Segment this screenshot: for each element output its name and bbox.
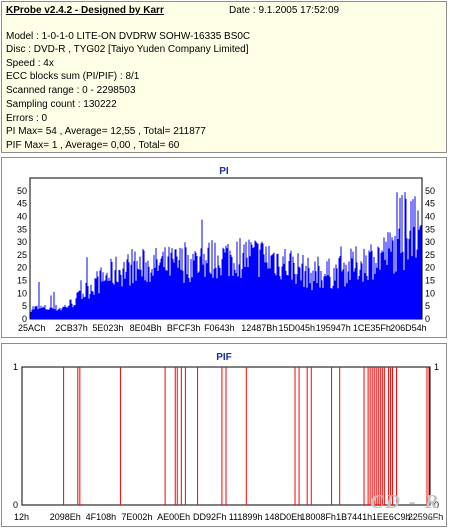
watermark-logo: CD - R: [370, 491, 440, 513]
pi-y-tick-left: 10: [17, 288, 27, 298]
pif-x-tick: 4F108h: [86, 512, 117, 522]
pi-y-tick-left: 5: [22, 301, 27, 311]
pif-x-tick: DD92Fh: [193, 512, 227, 522]
sampling-line: Sampling count : 130222: [6, 99, 117, 110]
pi-y-tick-left: 35: [17, 224, 27, 234]
pi-x-tick: 8E04Bh: [130, 323, 162, 333]
pi-y-tick-left: 15: [17, 276, 27, 286]
pif-x-tick: 12h: [14, 512, 29, 522]
pi-y-tick-right: 10: [425, 288, 435, 298]
pi-x-tick: 12487Bh: [241, 323, 277, 333]
watermark-url: www.cdr.cz: [404, 513, 440, 522]
pi-chart-panel: PI 0 0 5 5 10 10 15 15 20 20 25 25 30 30 35 35 40 40 45 45 5…: [1, 157, 447, 338]
pi-y-tick-left: 50: [17, 186, 27, 196]
scan-date: Date : 9.1.2005 17:52:09: [229, 5, 340, 16]
pi-y-tick-left: 45: [17, 199, 27, 209]
range-line: Scanned range : 0 - 2298503: [6, 85, 136, 96]
pif-x-tick: 7E002h: [121, 512, 152, 522]
pi-x-tick: 195947h: [316, 323, 351, 333]
pi-y-tick-right: 50: [425, 186, 435, 196]
pi-y-tick-right: 25: [425, 250, 435, 260]
pi-y-tick-right: 5: [425, 301, 430, 311]
pif-stats-line: PIF Max= 1 , Average= 0,00 , Total= 60: [6, 140, 180, 151]
pif-x-tick: 148D0Eh: [265, 512, 303, 522]
pi-x-tick: 5E023h: [92, 323, 123, 333]
app-title: KProbe v2.4.2 - Designed by Karr: [6, 5, 164, 16]
pi-y-tick-right: 45: [425, 199, 435, 209]
pif-x-tick: 111899h: [229, 512, 263, 522]
pi-y-tick-right: 40: [425, 211, 435, 221]
watermark: CD - R www.cdr.cz: [370, 492, 440, 522]
pi-y-tick-left: 40: [17, 211, 27, 221]
pi-x-tick: F0643h: [204, 323, 235, 333]
errors-line: Errors : 0: [6, 113, 48, 124]
pi-y-tick-right: 30: [425, 237, 435, 247]
pi-x-tick: BFCF3h: [167, 323, 201, 333]
pi-x-tick: 25ACh: [18, 323, 46, 333]
pif-y-tick-left: 1: [13, 362, 18, 372]
info-panel: KProbe v2.4.2 - Designed by Karr Date : …: [1, 1, 447, 153]
pi-y-tick-left: 30: [17, 237, 27, 247]
pif-chart-panel: PIF 0 0 1 1 12h 2098Eh 4F108h 7E002h AE00Eh DD92F…: [1, 343, 447, 527]
disc-line: Disc : DVD-R , TYG02 [Taiyo Yuden Compan…: [6, 44, 249, 55]
pif-x-tick: 18008Fh: [300, 512, 336, 522]
pif-x-tick: 1B7441h: [336, 512, 372, 522]
pi-stats-line: PI Max= 54 , Average= 12,55 , Total= 211…: [6, 126, 206, 137]
pi-x-tick: 15D045h: [278, 323, 315, 333]
speed-line: Speed : 4x: [6, 58, 54, 69]
pi-y-tick-left: 25: [17, 250, 27, 260]
pi-x-tick: 2CB37h: [55, 323, 88, 333]
pi-x-tick: 1CE35Fh: [353, 323, 391, 333]
pi-x-tick: 206D54h: [390, 323, 427, 333]
pi-chart: 0 05 510 1015 1520 2025 2530 3035 3540 4045 4550 50…: [17, 177, 435, 333]
model-line: Model : 1-0-1-0 LITE-ON DVDRW SOHW-16335…: [6, 31, 251, 42]
ecc-line: ECC blocks sum (PI/PIF) : 8/1: [6, 71, 140, 82]
pi-y-tick-right: 20: [425, 263, 435, 273]
pif-x-tick: 2098Eh: [50, 512, 81, 522]
pif-x-tick: AE00Eh: [157, 512, 190, 522]
pi-y-tick-left: 20: [17, 263, 27, 273]
pif-y-tick-right: 1: [434, 362, 439, 372]
pi-y-tick-right: 15: [425, 276, 435, 286]
pi-y-tick-right: 35: [425, 224, 435, 234]
pif-y-tick-left: 0: [13, 500, 18, 510]
